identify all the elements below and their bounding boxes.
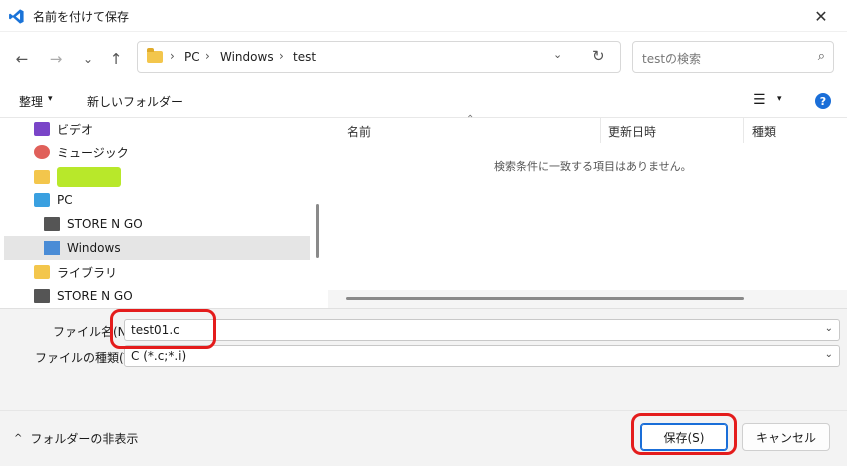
column-header-type[interactable]: 種類 bbox=[752, 123, 776, 140]
forward-arrow-icon[interactable]: → bbox=[45, 48, 67, 70]
close-button[interactable]: ✕ bbox=[801, 2, 841, 30]
windows-drive-icon bbox=[44, 241, 60, 255]
sidebar-item-redacted-folder[interactable] bbox=[4, 165, 310, 189]
window-title: 名前を付けて保存 bbox=[33, 10, 130, 24]
sidebar-item-label: STORE N GO bbox=[57, 289, 133, 303]
sidebar-item-label: ビデオ bbox=[57, 122, 94, 137]
breadcrumb-windows[interactable]: Windows bbox=[220, 50, 274, 64]
up-arrow-icon[interactable]: ↑ bbox=[105, 48, 127, 70]
footer-divider bbox=[0, 410, 847, 411]
folder-icon bbox=[147, 48, 163, 63]
sidebar-item-label: PC bbox=[57, 193, 73, 207]
refresh-icon[interactable]: ↻ bbox=[592, 47, 605, 65]
hide-folders-label: フォルダーの非表示 bbox=[30, 432, 139, 446]
cancel-button[interactable]: キャンセル bbox=[742, 423, 830, 451]
video-icon bbox=[34, 122, 50, 136]
search-placeholder[interactable]: testの検索 bbox=[642, 50, 701, 67]
command-toolbar: 整理 ▾ 新しいフォルダー ☰ ▾ ? bbox=[0, 84, 847, 118]
filename-chevron-down-icon[interactable]: ⌄ bbox=[825, 323, 833, 334]
music-icon bbox=[34, 145, 50, 159]
sidebar-item-music[interactable]: ミュージック bbox=[4, 140, 310, 164]
view-options-icon[interactable]: ☰ bbox=[753, 92, 766, 108]
column-divider[interactable] bbox=[743, 118, 744, 143]
view-chevron-down-icon[interactable]: ▾ bbox=[777, 94, 782, 104]
organize-menu-button[interactable]: 整理 bbox=[19, 93, 43, 110]
hide-folders-toggle[interactable]: ^ フォルダーの非表示 bbox=[14, 430, 138, 447]
sidebar-item-library[interactable]: ライブラリ bbox=[4, 260, 310, 284]
search-icon[interactable]: ⌕ bbox=[818, 49, 825, 64]
sort-indicator-icon: ⌃ bbox=[466, 114, 475, 125]
folder-icon bbox=[34, 170, 50, 184]
filetype-select[interactable]: C (*.c;*.i) ⌄ bbox=[124, 345, 840, 367]
vscode-icon bbox=[9, 9, 24, 24]
organize-chevron-down-icon[interactable]: ▾ bbox=[48, 94, 53, 104]
drive-icon bbox=[44, 217, 60, 231]
new-folder-button[interactable]: 新しいフォルダー bbox=[87, 93, 183, 110]
sidebar-item-label: Windows bbox=[67, 241, 121, 255]
title-bar: 名前を付けて保存 ✕ bbox=[0, 0, 847, 32]
sidebar-item-pc[interactable]: PC bbox=[4, 188, 310, 212]
file-list[interactable]: ⌃ 名前 更新日時 種類 検索条件に一致する項目はありません。 bbox=[328, 114, 847, 308]
sidebar-item-store-n-go[interactable]: STORE N GO bbox=[4, 212, 310, 236]
breadcrumb-separator-icon: › bbox=[205, 49, 210, 63]
filetype-value[interactable]: C (*.c;*.i) bbox=[131, 349, 186, 363]
sidebar-item-label: ライブラリ bbox=[57, 265, 118, 280]
breadcrumb-separator-icon: › bbox=[279, 49, 284, 63]
horizontal-scrollbar[interactable] bbox=[346, 297, 744, 300]
breadcrumb-test[interactable]: test bbox=[293, 50, 316, 64]
navigation-pane: ビデオ ミュージック PC STORE N GO Windows ライブラリ S… bbox=[0, 118, 320, 308]
filetype-chevron-down-icon[interactable]: ⌄ bbox=[825, 349, 833, 360]
drive-icon bbox=[34, 289, 50, 303]
redacted-label-highlight bbox=[57, 167, 121, 187]
address-dropdown-icon[interactable]: ⌄ bbox=[553, 48, 562, 61]
folder-icon bbox=[34, 265, 50, 279]
chevron-up-icon: ^ bbox=[14, 433, 23, 444]
sidebar-item-label: STORE N GO bbox=[67, 217, 143, 231]
search-box[interactable]: testの検索 ⌕ bbox=[632, 41, 834, 73]
recent-locations-chevron-icon[interactable]: ⌄ bbox=[77, 48, 99, 70]
breadcrumb-pc[interactable]: PC bbox=[184, 50, 200, 64]
back-arrow-icon[interactable]: ← bbox=[11, 48, 33, 70]
pc-icon bbox=[34, 193, 50, 207]
column-header-date[interactable]: 更新日時 bbox=[608, 123, 656, 140]
column-header-name[interactable]: 名前 bbox=[347, 123, 371, 140]
navigation-pane-scrollbar[interactable] bbox=[316, 204, 319, 258]
breadcrumb-separator-icon: › bbox=[170, 49, 175, 63]
help-icon[interactable]: ? bbox=[815, 93, 831, 109]
sidebar-item-video[interactable]: ビデオ bbox=[4, 118, 310, 141]
sidebar-item-store-n-go-2[interactable]: STORE N GO bbox=[4, 284, 310, 308]
filename-input[interactable]: test01.c ⌄ bbox=[124, 319, 840, 341]
annotation-circle-filename bbox=[110, 309, 216, 349]
sidebar-item-windows[interactable]: Windows bbox=[4, 236, 310, 260]
annotation-circle-save-button bbox=[631, 413, 737, 455]
column-divider[interactable] bbox=[600, 118, 601, 143]
sidebar-item-label: ミュージック bbox=[57, 145, 129, 160]
address-bar[interactable]: › PC › Windows › test ⌄ ↻ bbox=[137, 41, 621, 73]
empty-results-message: 検索条件に一致する項目はありません。 bbox=[494, 160, 692, 173]
